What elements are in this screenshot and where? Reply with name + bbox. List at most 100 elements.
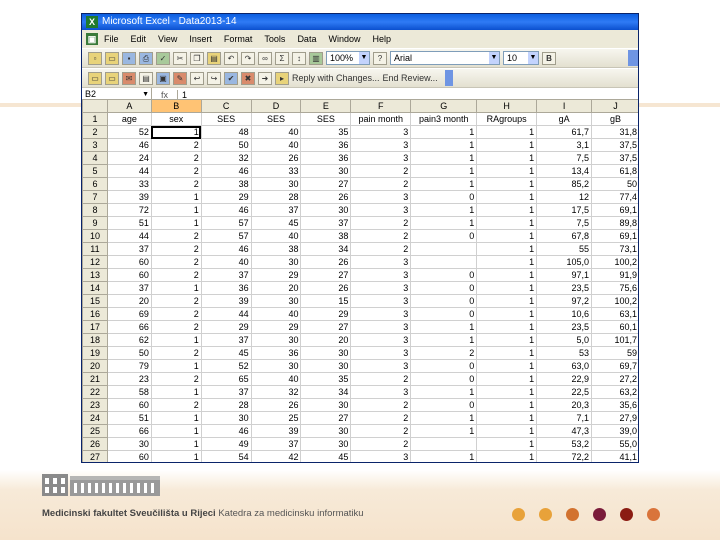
cell[interactable]: 0 [410,190,478,204]
font-size-select[interactable]: 10 ▼ [503,51,539,65]
cell[interactable]: 26 [300,281,352,295]
cell[interactable]: 49 [200,437,252,451]
cell[interactable]: 26 [300,255,352,269]
cell[interactable]: 45 [300,450,352,462]
cell[interactable]: 77,4 [591,190,638,204]
cell[interactable]: 1 [410,151,478,165]
cell[interactable]: 26 [250,151,302,165]
menu-tools[interactable]: Tools [258,34,291,44]
cell[interactable]: 15 [300,294,352,308]
row-header[interactable]: 25 [82,424,108,438]
cell[interactable]: 2 [150,229,202,243]
cell[interactable]: 20 [106,294,152,308]
cell[interactable]: 2 [150,177,202,191]
cell[interactable]: 0 [410,229,478,243]
cell[interactable]: RAgroups [476,112,538,126]
cell[interactable]: 23,5 [536,320,593,334]
cell[interactable]: 2 [350,437,412,451]
cell[interactable]: 37 [200,333,252,347]
reply-with-changes-icon[interactable]: ▸ [275,71,289,85]
row-header[interactable]: 5 [82,164,108,178]
cell[interactable]: 51 [106,216,152,230]
cell[interactable]: 1 [476,333,538,347]
cell[interactable]: 5,0 [536,333,593,347]
review-icon[interactable]: ✎ [173,71,187,85]
cell[interactable]: 1 [476,177,538,191]
cell[interactable]: 1 [476,450,538,462]
cell[interactable]: 22,5 [536,385,593,399]
row-header[interactable]: 12 [82,255,108,269]
cell[interactable]: 69 [106,307,152,321]
cell[interactable]: 30 [300,424,352,438]
cell[interactable]: 69,1 [591,229,638,243]
cell[interactable]: 39 [106,190,152,204]
bold-icon[interactable]: B [542,51,556,65]
row-header[interactable]: 3 [82,138,108,152]
cell[interactable]: 29 [250,268,302,282]
cell[interactable]: 40 [200,255,252,269]
cell[interactable]: 2 [150,372,202,386]
cell[interactable]: 35 [300,125,352,139]
cell[interactable]: 27,9 [591,411,638,425]
cell[interactable]: 3 [350,281,412,295]
cell[interactable]: 1 [476,268,538,282]
chart-icon[interactable]: ▥ [309,51,323,65]
cell[interactable]: 60 [106,268,152,282]
cell[interactable]: 34 [300,242,352,256]
row-header[interactable]: 14 [82,281,108,295]
row-header[interactable]: 13 [82,268,108,282]
cell[interactable]: 57 [200,229,252,243]
cell[interactable]: 63,2 [591,385,638,399]
formula-input[interactable]: 1 [178,90,187,100]
cell[interactable]: 3 [350,151,412,165]
cell[interactable]: SES [250,112,302,126]
cell[interactable]: 12 [536,190,593,204]
cell[interactable]: 2 [350,398,412,412]
cell[interactable]: 1 [476,190,538,204]
cell[interactable]: 1 [476,255,538,269]
column-header[interactable]: H [476,99,538,113]
cell[interactable]: 40 [250,138,302,152]
menu-insert[interactable]: Insert [183,34,218,44]
cell[interactable]: 37 [200,385,252,399]
cell[interactable]: 69,1 [591,203,638,217]
cell[interactable]: 0 [410,398,478,412]
cell[interactable]: 1 [476,359,538,373]
track-icon[interactable]: ▣ [156,71,170,85]
autosum-icon[interactable]: Σ [275,51,289,65]
cell[interactable]: 60 [106,398,152,412]
comment-icon[interactable]: ▤ [139,71,153,85]
cell[interactable]: 38 [300,229,352,243]
cell[interactable]: 1 [410,385,478,399]
cell[interactable]: 105,0 [536,255,593,269]
cell[interactable]: 27 [300,411,352,425]
cell[interactable]: SES [200,112,252,126]
row-header[interactable]: 7 [82,190,108,204]
cell[interactable]: 46 [106,138,152,152]
cell[interactable]: 1 [150,203,202,217]
cell[interactable]: 41,1 [591,450,638,462]
cell[interactable]: 23 [106,372,152,386]
row-header[interactable]: 24 [82,411,108,425]
cell[interactable]: 3 [350,138,412,152]
cell[interactable]: 50 [106,346,152,360]
cell[interactable]: 3 [350,359,412,373]
toolbar-options[interactable] [628,50,638,66]
cell[interactable]: 3 [350,450,412,462]
cell[interactable]: 27 [300,320,352,334]
cell[interactable]: 22,9 [536,372,593,386]
cell[interactable]: 37 [250,203,302,217]
cell[interactable]: 29 [300,307,352,321]
cell[interactable]: 20 [300,333,352,347]
end-review-link[interactable]: End Review... [383,73,438,83]
cell[interactable]: 26 [250,398,302,412]
row-header[interactable]: 18 [82,333,108,347]
cell[interactable]: 1 [150,216,202,230]
cell[interactable]: 7,5 [536,151,593,165]
cell[interactable]: 2 [350,411,412,425]
cell[interactable]: 1 [476,411,538,425]
cell[interactable]: 30 [250,255,302,269]
cell[interactable]: 1 [410,216,478,230]
cell[interactable]: 3 [350,203,412,217]
cell[interactable]: 47,3 [536,424,593,438]
